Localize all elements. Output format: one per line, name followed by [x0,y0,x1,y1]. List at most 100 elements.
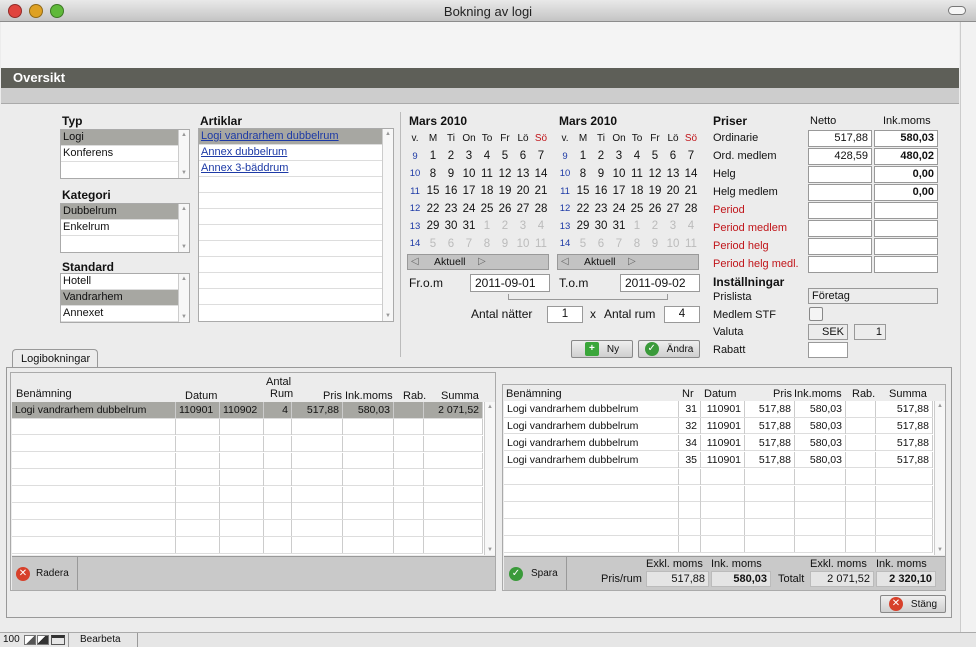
stang-button[interactable]: ✕ Stäng [880,595,946,613]
price-inkmoms-field[interactable]: 0,00 [874,166,938,183]
calendar-left-today-button[interactable]: Aktuell [434,256,466,268]
calendar-day[interactable]: 21 [532,183,550,201]
calendar-day[interactable]: 13 [514,165,532,183]
calendar-day[interactable]: 1 [478,218,496,236]
calendar-day[interactable]: 14 [682,165,700,183]
price-inkmoms-field[interactable] [874,220,938,237]
table-row[interactable]: Logi vandrarhem dubbelrum 31 110901 517,88 5… [504,401,933,418]
calendar-day[interactable]: 4 [532,218,550,236]
calendar-day[interactable]: 17 [610,183,628,201]
artikel-item[interactable]: Annex 3-bäddrum [199,161,382,177]
price-netto-field[interactable] [808,256,872,273]
calendar-day[interactable]: 14 [532,165,550,183]
toggle-status-icon[interactable] [51,635,65,645]
calendar-day[interactable]: 4 [628,148,646,166]
calendar-day[interactable]: 2 [442,148,460,166]
calendar-day[interactable]: 23 [442,200,460,218]
price-netto-field[interactable]: 428,59 [808,148,872,165]
artikel-item[interactable]: Logi vandrarhem dubbelrum [199,129,382,145]
standard-item-annexet[interactable]: Annexet [61,306,178,322]
calendar-day[interactable]: 6 [592,235,610,253]
table-row[interactable]: Logi vandrarhem dubbelrum 34 110901 517,88 5… [504,434,933,452]
calendar-day[interactable]: 27 [514,200,532,218]
calendar-day[interactable]: 12 [646,165,664,183]
artiklar-scrollbar[interactable]: ▲ ▼ [382,129,393,321]
calendar-day[interactable]: 2 [592,148,610,166]
price-netto-field[interactable]: 517,88 [808,130,872,147]
calendar-day[interactable]: 12 [496,165,514,183]
lt-body[interactable]: Logi vandrarhem dubbelrum 110901 110902 4 51… [12,402,495,555]
calendar-day[interactable]: 5 [496,148,514,166]
toolbar-toggle-button[interactable] [948,6,966,15]
calendar-day[interactable]: 3 [514,218,532,236]
calendar-day[interactable]: 19 [646,183,664,201]
calendar-day[interactable]: 15 [424,183,442,201]
calendar-day[interactable]: 1 [628,218,646,236]
table-row[interactable] [12,469,483,487]
price-inkmoms-field[interactable]: 0,00 [874,184,938,201]
calendar-right-prev-icon[interactable]: ◁ [561,256,569,267]
calendar-day[interactable]: 11 [478,165,496,183]
to-date-field[interactable]: 2011-09-02 [620,274,700,292]
calendar-day[interactable]: 16 [592,183,610,201]
table-row[interactable] [12,520,483,537]
standard-item-hotell[interactable]: Hotell [61,274,178,290]
calendar-day[interactable]: 29 [424,218,442,236]
rt-body[interactable]: Logi vandrarhem dubbelrum 35 110901 517,88 5… [504,401,945,555]
window-scrollbar[interactable] [960,22,976,632]
calendar-day[interactable]: 8 [574,165,592,183]
table-row[interactable] [504,468,933,486]
zoom-level[interactable]: 100 [3,634,20,645]
radera-button[interactable]: ✕ Radera [12,557,78,590]
calendar-day[interactable]: 24 [610,200,628,218]
nights-field[interactable]: 1 [547,306,583,323]
andra-button[interactable]: ✓ Ändra [638,340,700,358]
rooms-field[interactable]: 4 [664,306,700,323]
calendar-day[interactable]: 19 [496,183,514,201]
table-row[interactable] [12,435,483,453]
typ-list[interactable]: Logi Konferens ▲ ▼ [60,129,190,179]
price-netto-field[interactable] [808,202,872,219]
calendar-day[interactable]: 9 [646,235,664,253]
calendar-day[interactable]: 22 [424,200,442,218]
rabatt-field[interactable] [808,342,848,358]
calendar-day[interactable]: 7 [682,148,700,166]
artikel-item[interactable]: Annex dubbelrum [199,145,382,161]
calendar-day[interactable]: 11 [532,235,550,253]
calendar-day[interactable]: 23 [592,200,610,218]
zoom-out-icon[interactable] [24,635,36,645]
calendar-day[interactable]: 22 [574,200,592,218]
calendar-day[interactable]: 6 [514,148,532,166]
calendar-day[interactable]: 8 [478,235,496,253]
calendar-day[interactable]: 21 [682,183,700,201]
calendar-day[interactable]: 10 [664,235,682,253]
calendar-day[interactable]: 3 [610,148,628,166]
typ-item-logi[interactable]: Logi [61,130,178,146]
calendar-day[interactable]: 6 [664,148,682,166]
calendar-day[interactable]: 1 [574,148,592,166]
calendar-day[interactable]: 4 [682,218,700,236]
calendar-day[interactable]: 5 [646,148,664,166]
kategori-item-enkelrum[interactable]: Enkelrum [61,220,178,236]
price-inkmoms-field[interactable] [874,202,938,219]
calendar-day[interactable]: 30 [592,218,610,236]
calendar-day[interactable]: 2 [646,218,664,236]
calendar-day[interactable]: 11 [682,235,700,253]
price-netto-field[interactable] [808,184,872,201]
calendar-day[interactable]: 20 [514,183,532,201]
typ-scrollbar[interactable]: ▲ ▼ [178,130,189,178]
table-row[interactable]: Logi vandrarhem dubbelrum 32 110901 517,88 5… [504,417,933,435]
price-inkmoms-field[interactable]: 480,02 [874,148,938,165]
calendar-day[interactable]: 5 [424,235,442,253]
standard-item-vandrarhem[interactable]: Vandrarhem [61,290,178,306]
calendar-day[interactable]: 8 [628,235,646,253]
calendar-day[interactable]: 17 [460,183,478,201]
calendar-day[interactable]: 9 [442,165,460,183]
table-row[interactable]: Logi vandrarhem dubbelrum 35 110901 517,88 5… [504,451,933,469]
calendar-day[interactable]: 10 [610,165,628,183]
calendar-day[interactable]: 25 [478,200,496,218]
kategori-item-dubbelrum[interactable]: Dubbelrum [61,204,178,220]
calendar-left-prev-icon[interactable]: ◁ [411,256,419,267]
calendar-day[interactable]: 7 [610,235,628,253]
calendar-day[interactable]: 18 [478,183,496,201]
